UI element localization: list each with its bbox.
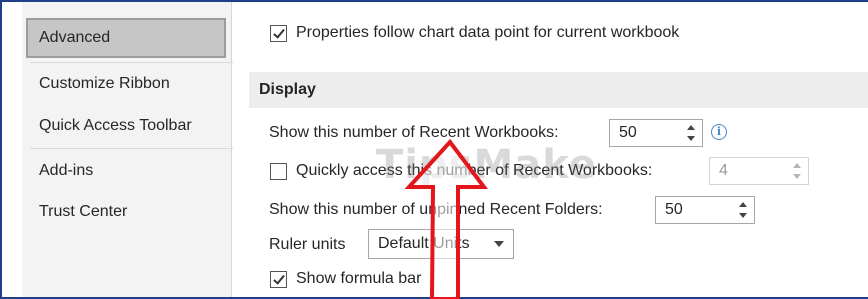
formula-bar-checkbox[interactable]	[270, 270, 287, 288]
properties-follow-label: Properties follow chart data point for c…	[296, 24, 680, 41]
quick-access-label: Quickly access this number of Recent Wor…	[296, 162, 653, 179]
sidebar-divider	[30, 62, 246, 63]
quick-access-value[interactable]: 4	[719, 158, 728, 184]
sidebar-item-add-ins[interactable]: Add-ins	[26, 151, 226, 191]
dropdown-chevron-icon[interactable]	[494, 241, 504, 247]
quick-access-spinner[interactable]: 4	[709, 157, 809, 185]
sidebar-divider	[30, 148, 246, 149]
unpinned-folders-value[interactable]: 50	[665, 197, 683, 223]
ruler-units-value[interactable]: Default Units	[378, 230, 470, 258]
sidebar-item-advanced[interactable]: Advanced	[26, 18, 226, 58]
sidebar-item-trust-center[interactable]: Trust Center	[26, 192, 226, 232]
sidebar-item-customize-ribbon[interactable]: Customize Ribbon	[26, 64, 226, 104]
options-main-pane: Properties follow chart data point for c…	[233, 2, 868, 297]
display-section-header: Display	[249, 72, 868, 108]
recent-workbooks-label: Show this number of Recent Workbooks:	[269, 124, 559, 141]
unpinned-folders-label: Show this number of unpinned Recent Fold…	[269, 201, 603, 218]
formula-bar-label: Show formula bar	[296, 270, 422, 287]
sidebar-item-quick-access-toolbar[interactable]: Quick Access Toolbar	[26, 106, 226, 146]
spinner-arrows-icon[interactable]	[792, 160, 802, 182]
properties-follow-checkbox[interactable]	[270, 24, 287, 42]
ruler-units-dropdown[interactable]: Default Units	[368, 229, 514, 259]
quick-access-checkbox[interactable]	[270, 162, 287, 180]
spinner-arrows-icon[interactable]	[686, 122, 696, 144]
info-icon[interactable]: i	[711, 124, 727, 140]
window-left-margin	[2, 2, 22, 297]
options-sidebar: Advanced Customize Ribbon Quick Access T…	[22, 2, 246, 297]
formula-bar-row: Show formula bar	[270, 270, 421, 288]
recent-workbooks-value[interactable]: 50	[619, 120, 637, 146]
recent-workbooks-spinner[interactable]: 50	[609, 119, 703, 147]
spinner-arrows-icon[interactable]	[738, 199, 748, 221]
properties-follow-row: Properties follow chart data point for c…	[270, 24, 679, 42]
ruler-units-label: Ruler units	[269, 236, 346, 253]
unpinned-folders-spinner[interactable]: 50	[655, 196, 755, 224]
quick-access-row: Quickly access this number of Recent Wor…	[270, 162, 652, 180]
